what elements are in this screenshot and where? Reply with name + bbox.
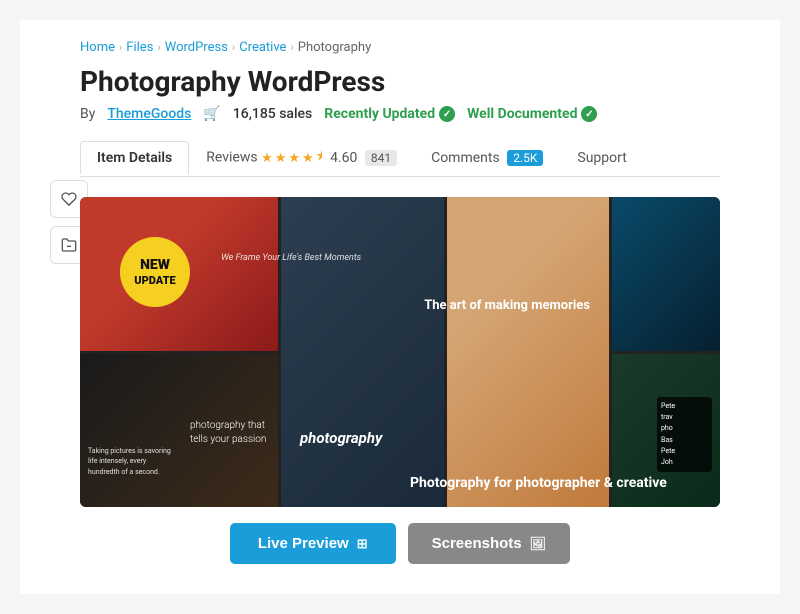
new-badge-new: NEW bbox=[140, 257, 170, 274]
img-text-frame-moments: We Frame Your Life's Best Moments bbox=[221, 253, 361, 263]
tab-reviews[interactable]: Reviews ★ ★ ★ ★ ⯨ 4.60 841 bbox=[189, 138, 414, 177]
collage-cell-4 bbox=[447, 197, 609, 507]
live-preview-icon: ⊞ bbox=[357, 536, 368, 552]
sep-2: › bbox=[157, 41, 160, 54]
star-2: ★ bbox=[275, 151, 287, 166]
preview-image-container: NEW UPDATE photography that tells your p… bbox=[80, 197, 720, 507]
button-row: Live Preview ⊞ Screenshots 🖼 bbox=[80, 523, 720, 564]
recently-updated-badge: Recently Updated ✓ bbox=[324, 106, 455, 122]
screenshots-icon: 🖼 bbox=[530, 536, 547, 552]
star-3: ★ bbox=[288, 151, 300, 166]
comments-count-badge: 2.5K bbox=[507, 150, 543, 166]
tab-comments[interactable]: Comments 2.5K bbox=[414, 141, 560, 174]
right-name-3: pho bbox=[661, 423, 708, 434]
img-text-bottom-span: Photography for photographer & creative bbox=[410, 475, 667, 491]
img-text-passion: photography that tells your passion bbox=[190, 419, 280, 447]
live-preview-label: Live Preview bbox=[258, 535, 349, 552]
cart-icon: 🛒 bbox=[203, 106, 220, 122]
breadcrumb-files[interactable]: Files bbox=[126, 40, 153, 55]
collage-cell-3 bbox=[281, 197, 443, 507]
img-text-art-memories: The art of making memories bbox=[424, 296, 590, 314]
live-preview-button[interactable]: Live Preview ⊞ bbox=[230, 523, 396, 564]
right-name-1: Pete bbox=[661, 401, 708, 412]
sep-3: › bbox=[232, 41, 235, 54]
right-name-5: Pete bbox=[661, 446, 708, 457]
star-1: ★ bbox=[261, 151, 273, 166]
main-content: Home › Files › WordPress › Creative › Ph… bbox=[60, 40, 740, 564]
right-name-2: trav bbox=[661, 412, 708, 423]
tab-support[interactable]: Support bbox=[560, 141, 643, 174]
sales-count: 16,185 sales bbox=[233, 106, 312, 122]
breadcrumb-wordpress[interactable]: WordPress bbox=[165, 40, 228, 55]
review-stars: ★ ★ ★ ★ ⯨ bbox=[261, 147, 323, 169]
new-badge-update: UPDATE bbox=[134, 274, 175, 287]
recently-updated-check: ✓ bbox=[439, 106, 455, 122]
right-name-6: Joh bbox=[661, 457, 708, 468]
breadcrumb-home[interactable]: Home bbox=[80, 40, 115, 55]
img-text-taking-pictures: Taking pictures is savoring life intense… bbox=[88, 446, 173, 478]
sep-1: › bbox=[119, 41, 122, 54]
img-text-bottom-photography: Photography for photographer & creative bbox=[410, 475, 667, 491]
screenshots-label: Screenshots bbox=[432, 535, 522, 552]
screenshots-button[interactable]: Screenshots 🖼 bbox=[408, 523, 571, 564]
img-text-photography-center: photography bbox=[300, 429, 382, 447]
review-count-badge: 841 bbox=[365, 150, 397, 166]
sep-4: › bbox=[290, 41, 293, 54]
star-4: ★ bbox=[302, 151, 314, 166]
tab-item-details[interactable]: Item Details bbox=[80, 141, 189, 174]
well-documented-badge: Well Documented ✓ bbox=[467, 106, 597, 122]
page-wrapper: Home › Files › WordPress › Creative › Ph… bbox=[20, 20, 780, 594]
author-by-label: By bbox=[80, 106, 95, 122]
new-update-badge: NEW UPDATE bbox=[120, 237, 190, 307]
tabs: Item Details Reviews ★ ★ ★ ★ ⯨ 4.60 841 … bbox=[80, 138, 720, 177]
right-sidebar-hint: Pete trav pho Bas Pete Joh bbox=[657, 397, 712, 472]
right-name-4: Bas bbox=[661, 435, 708, 446]
rating-number: 4.60 bbox=[330, 150, 357, 166]
breadcrumb-creative[interactable]: Creative bbox=[239, 40, 286, 55]
collage-cell-5 bbox=[612, 197, 720, 351]
page-title: Photography WordPress bbox=[80, 65, 720, 98]
breadcrumb: Home › Files › WordPress › Creative › Ph… bbox=[80, 40, 720, 55]
breadcrumb-current: Photography bbox=[298, 40, 371, 55]
star-half: ⯨ bbox=[316, 147, 323, 169]
meta-row: By ThemeGoods 🛒 16,185 sales Recently Up… bbox=[80, 106, 720, 122]
author-name-link[interactable]: ThemeGoods bbox=[107, 106, 191, 122]
well-documented-check: ✓ bbox=[581, 106, 597, 122]
